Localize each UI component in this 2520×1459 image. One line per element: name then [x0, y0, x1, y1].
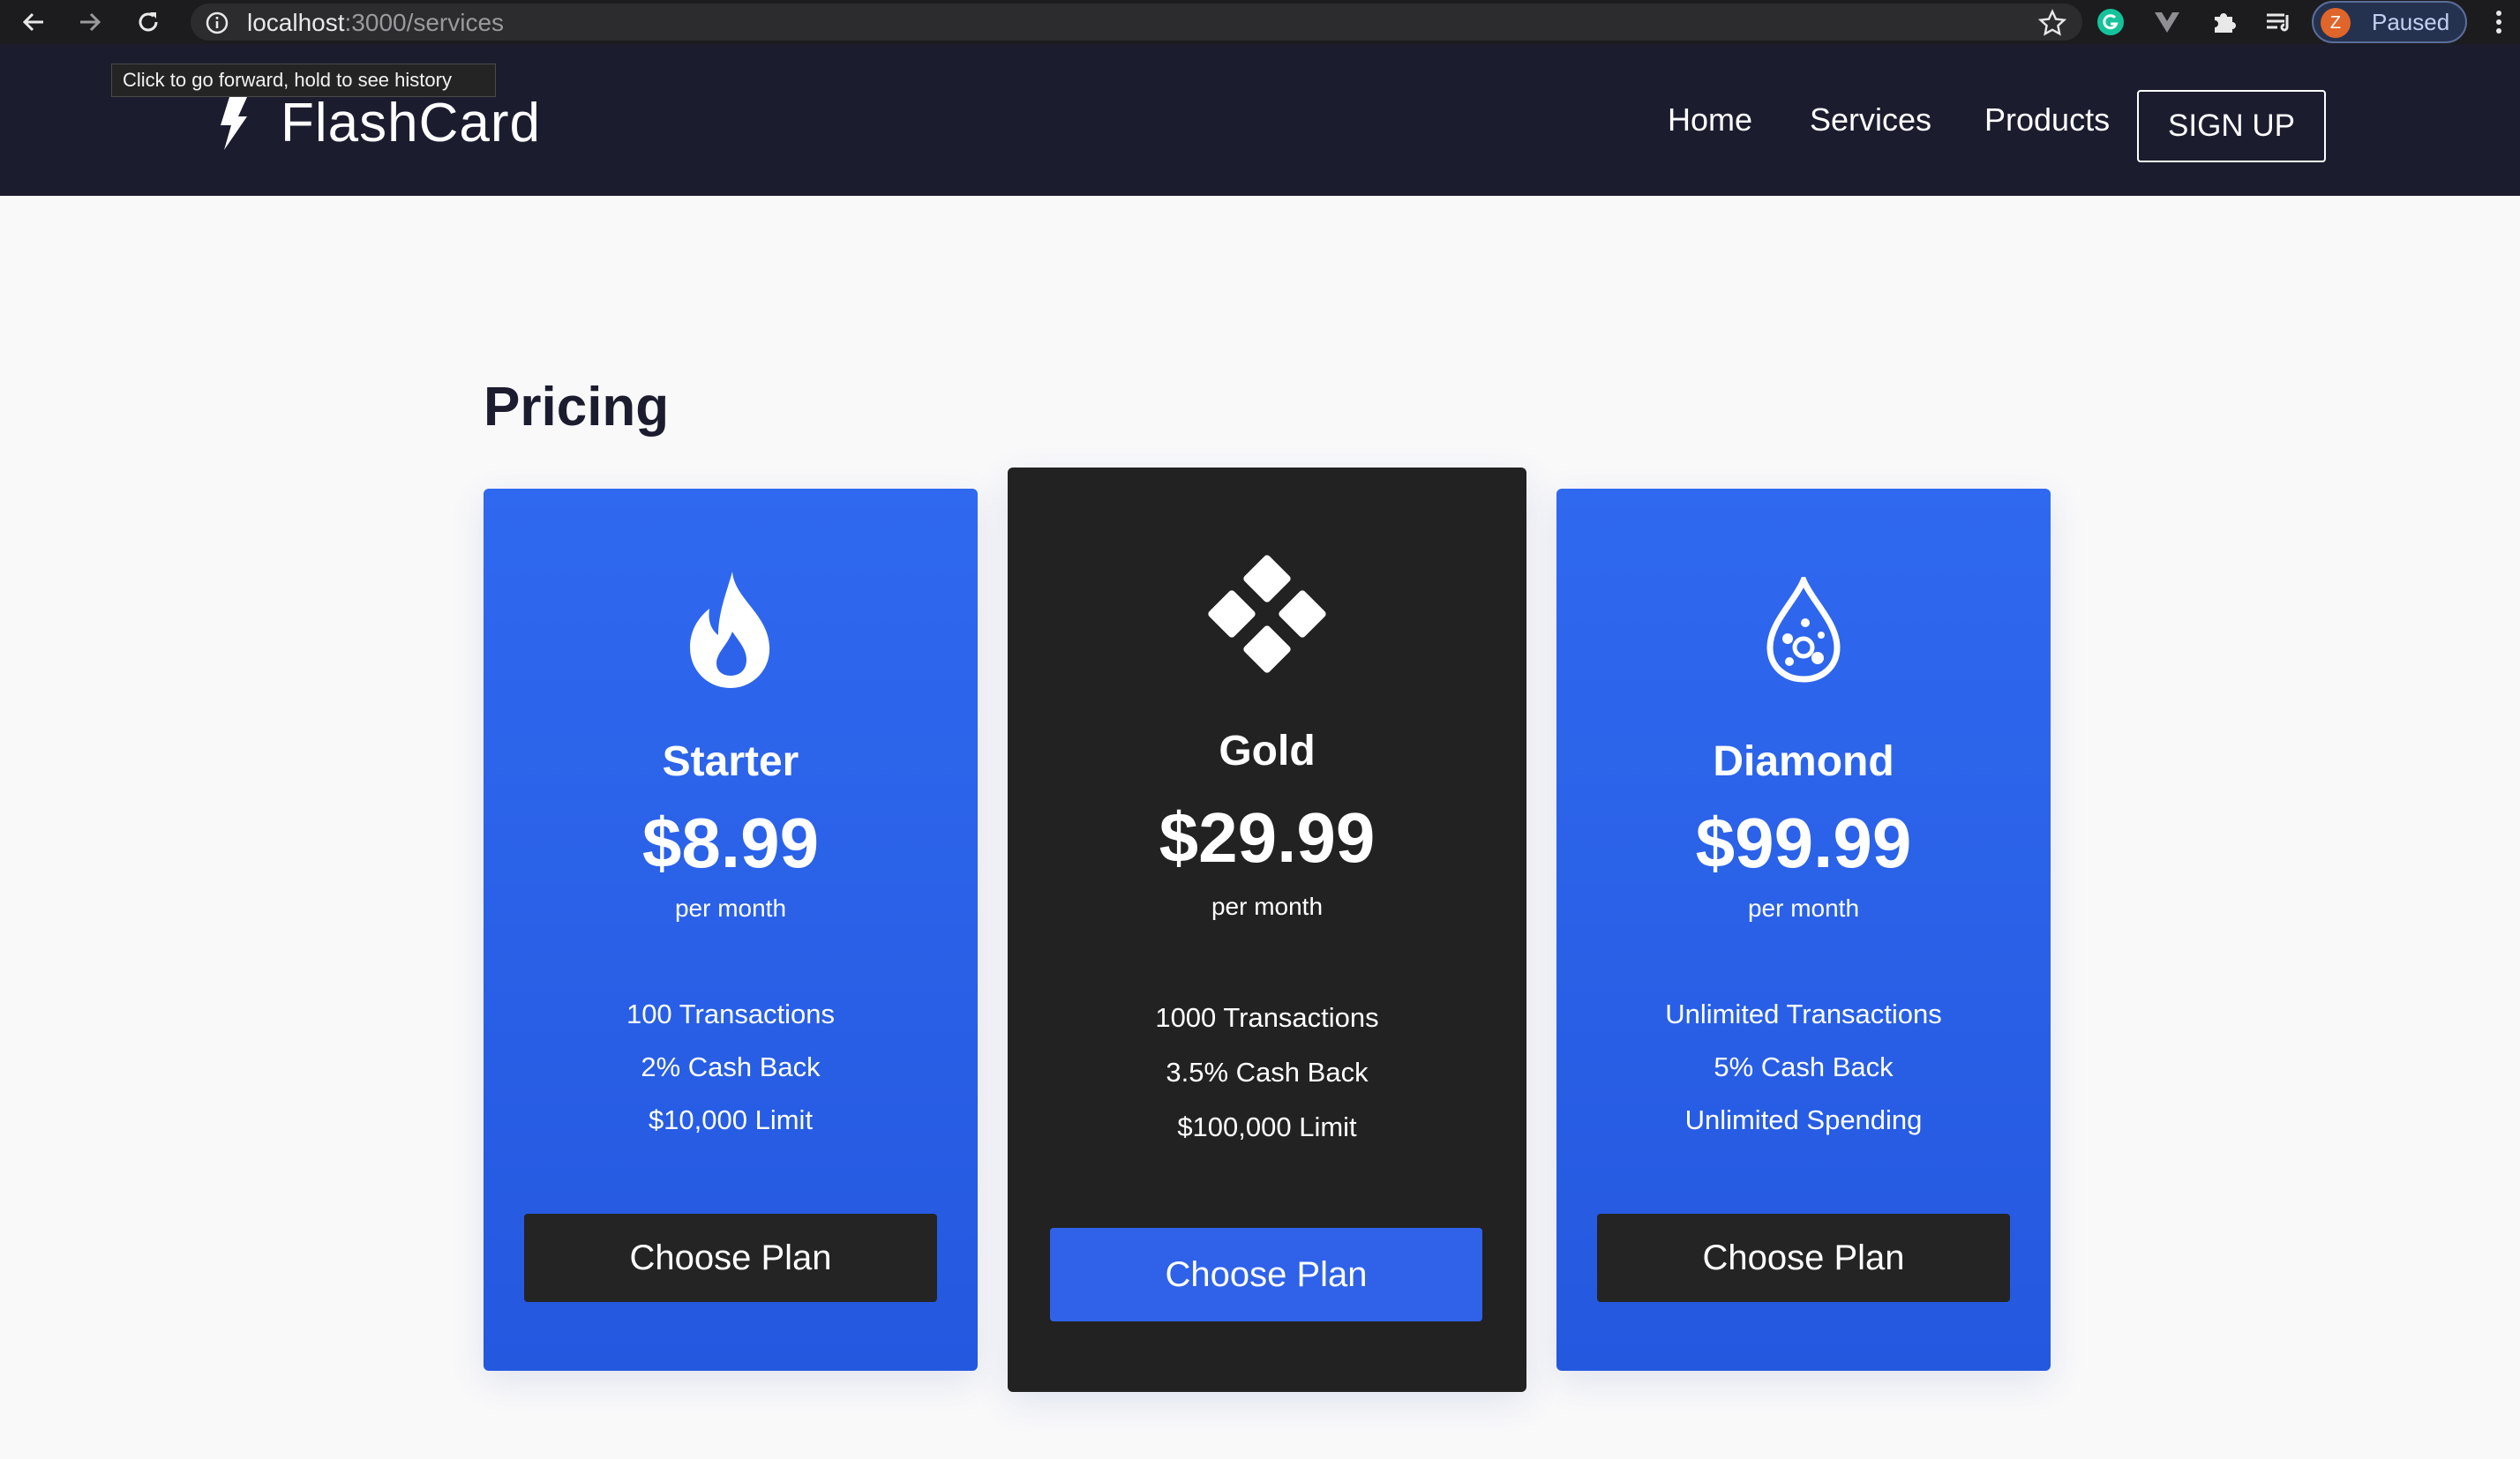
reading-list-icon[interactable] — [2262, 6, 2294, 38]
nav-home[interactable]: Home — [1668, 102, 1752, 138]
profile-status: Paused — [2372, 9, 2450, 35]
fire-icon — [690, 572, 770, 688]
plan-feature: 1000 Transactions — [1155, 1002, 1379, 1033]
bookmark-star-icon[interactable] — [2038, 9, 2066, 37]
brand-logo[interactable]: FlashCard — [217, 92, 541, 154]
plan-feature: Unlimited Spending — [1684, 1104, 1923, 1135]
diamond-grid-icon — [1208, 555, 1326, 673]
sign-up-button[interactable]: SIGN UP — [2137, 90, 2326, 162]
plan-feature: 5% Cash Back — [1714, 1051, 1894, 1082]
plan-feature: $100,000 Limit — [1177, 1111, 1357, 1142]
plan-name: Diamond — [1713, 738, 1894, 785]
url-text: localhost:3000/services — [247, 9, 505, 36]
address-bar[interactable]: localhost:3000/services — [191, 4, 2082, 41]
avatar: Z — [2321, 8, 2351, 38]
plan-feature: 3.5% Cash Back — [1166, 1057, 1369, 1088]
plan-period: per month — [1211, 893, 1324, 920]
plan-period: per month — [674, 894, 787, 922]
pricing-card-diamond: Diamond $99.99 per month Unlimited Trans… — [1556, 489, 2051, 1371]
water-drop-icon — [1766, 577, 1841, 683]
vue-devtools-icon[interactable] — [2151, 6, 2183, 38]
pricing-card-starter: Starter $8.99 per month 100 Transactions… — [484, 489, 978, 1371]
page-title: Pricing — [484, 377, 670, 438]
plan-period: per month — [1747, 894, 1860, 922]
plan-price: $29.99 — [1159, 798, 1376, 877]
grammarly-icon[interactable] — [2095, 6, 2126, 38]
plan-feature: 2% Cash Back — [641, 1051, 821, 1082]
nav-products[interactable]: Products — [1984, 102, 2110, 138]
pricing-card-gold: Gold $29.99 per month 1000 Transactions … — [1008, 468, 1526, 1392]
reload-icon[interactable] — [132, 6, 164, 38]
plan-feature: $10,000 Limit — [648, 1104, 814, 1135]
brand-name: FlashCard — [281, 93, 541, 153]
plan-price: $8.99 — [641, 804, 820, 882]
profile-button[interactable]: Z Paused — [2312, 1, 2467, 43]
plan-name: Starter — [662, 738, 799, 785]
browser-toolbar: localhost:3000/services Z Paused — [0, 0, 2520, 44]
browser-menu-icon[interactable] — [2483, 6, 2515, 38]
plan-feature: 100 Transactions — [626, 999, 836, 1029]
forward-icon[interactable] — [74, 6, 106, 38]
plan-name: Gold — [1219, 728, 1316, 774]
choose-plan-button[interactable]: Choose Plan — [1050, 1228, 1482, 1321]
back-icon[interactable] — [18, 6, 49, 38]
extensions-puzzle-icon[interactable] — [2208, 6, 2239, 38]
plan-feature: Unlimited Transactions — [1665, 999, 1942, 1029]
site-info-icon[interactable] — [205, 11, 229, 35]
choose-plan-button[interactable]: Choose Plan — [524, 1214, 937, 1302]
choose-plan-button[interactable]: Choose Plan — [1597, 1214, 2010, 1302]
nav-services[interactable]: Services — [1810, 102, 1931, 138]
forward-tooltip: Click to go forward, hold to see history — [111, 64, 496, 97]
lightning-bolt-icon — [221, 96, 247, 150]
plan-price: $99.99 — [1695, 804, 1912, 882]
